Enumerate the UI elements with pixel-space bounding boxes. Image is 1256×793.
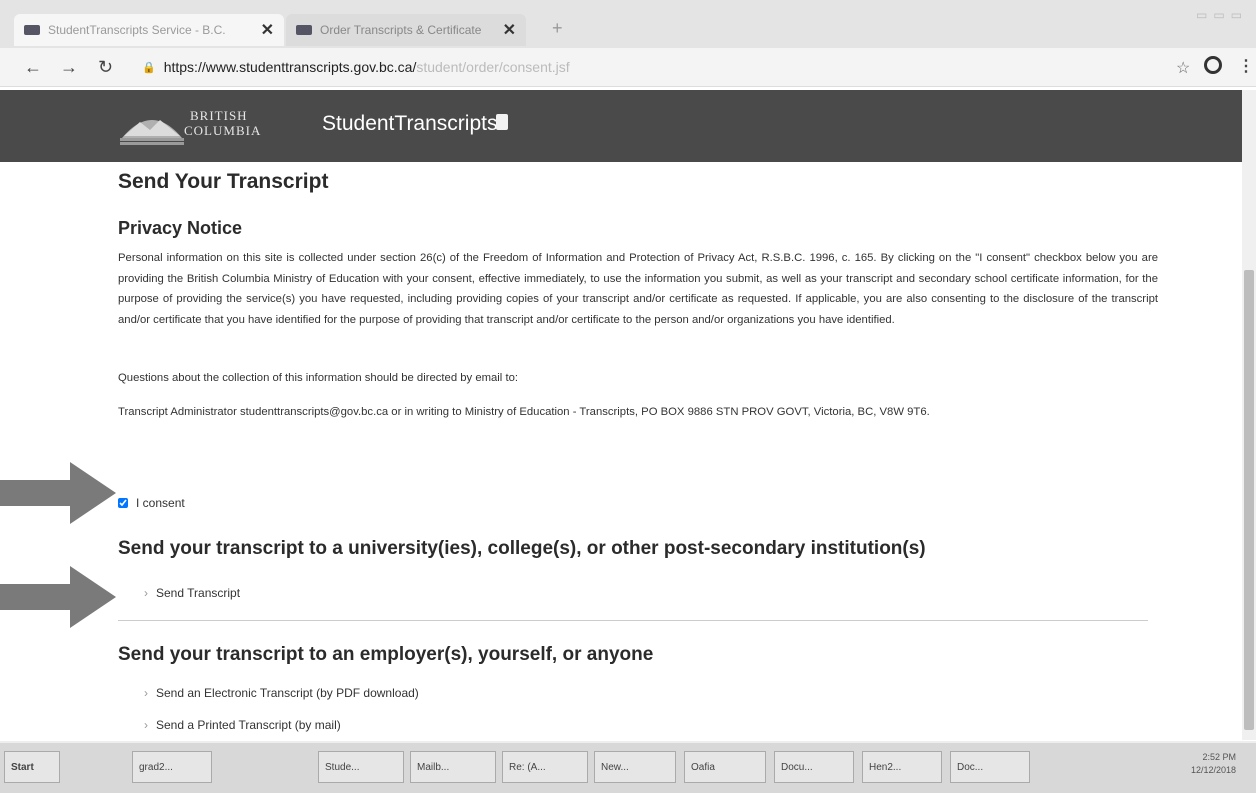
browser-tab-strip: StudentTranscripts Service - B.C. ✕ Orde… bbox=[0, 0, 1256, 48]
extension-icon[interactable] bbox=[1204, 56, 1222, 74]
app-title[interactable]: StudentTranscripts bbox=[322, 112, 497, 136]
taskbar-item[interactable]: Hen2... bbox=[862, 751, 942, 783]
taskbar-item[interactable]: grad2... bbox=[132, 751, 212, 783]
taskbar-item[interactable]: Doc... bbox=[950, 751, 1030, 783]
section-employer-title: Send your transcript to an employer(s), … bbox=[118, 644, 654, 665]
taskbar-item[interactable]: New... bbox=[594, 751, 676, 783]
os-taskbar: Start grad2... Stude... Mailb... Re: (A.… bbox=[0, 741, 1256, 793]
privacy-notice-text: Personal information on this site is col… bbox=[118, 252, 1158, 326]
clock-date: 12/12/2018 bbox=[1190, 765, 1236, 775]
bullet-icon: › bbox=[144, 718, 148, 732]
reload-icon[interactable]: ↻ bbox=[98, 57, 113, 78]
pointer-arrow-icon bbox=[0, 462, 116, 524]
back-arrow-icon[interactable]: ← bbox=[24, 57, 42, 78]
tab-label: Order Transcripts & Certificate bbox=[320, 23, 482, 37]
contact-text: Transcript Administrator studenttranscri… bbox=[118, 406, 930, 418]
send-transcript-label: Send Transcript bbox=[156, 586, 241, 600]
consent-label: I consent bbox=[136, 496, 185, 510]
clock-time: 2:52 PM bbox=[1202, 752, 1236, 762]
section-post-secondary-title: Send your transcript to a university(ies… bbox=[118, 538, 926, 559]
new-tab-button[interactable]: + bbox=[552, 18, 563, 39]
tab-order-transcripts[interactable]: Order Transcripts & Certificate ✕ bbox=[286, 14, 526, 46]
url-host: https://www.studenttranscripts.gov.bc.ca… bbox=[163, 59, 417, 75]
close-tab-icon[interactable]: ✕ bbox=[503, 20, 516, 40]
taskbar-item[interactable]: Stude... bbox=[318, 751, 404, 783]
url-path: student/order/consent.jsf bbox=[416, 59, 570, 75]
page-scrollbar[interactable] bbox=[1242, 90, 1256, 740]
taskbar-item[interactable]: Oafia bbox=[684, 751, 766, 783]
address-bar-row: ← → ↻ 🔒 https://www.studenttranscripts.g… bbox=[0, 48, 1256, 87]
url-field[interactable]: 🔒 https://www.studenttranscripts.gov.bc.… bbox=[142, 54, 1122, 80]
bc-logo-text: BRITISH COLUMBIA bbox=[184, 108, 261, 138]
site-favicon-icon bbox=[24, 25, 40, 35]
send-electronic-label: Send an Electronic Transcript (by PDF do… bbox=[156, 686, 419, 700]
send-electronic-transcript-link[interactable]: › Send an Electronic Transcript (by PDF … bbox=[144, 686, 419, 700]
consent-checkbox[interactable] bbox=[118, 498, 128, 508]
window-controls[interactable]: ▭▭▭ bbox=[1196, 8, 1248, 22]
logo-line-2: COLUMBIA bbox=[184, 123, 262, 138]
pointer-arrow-icon bbox=[0, 566, 116, 628]
document-icon bbox=[496, 114, 508, 130]
start-button[interactable]: Start bbox=[4, 751, 60, 783]
send-printed-label: Send a Printed Transcript (by mail) bbox=[156, 718, 341, 732]
privacy-heading: Privacy Notice bbox=[118, 218, 243, 238]
bc-logo-icon[interactable] bbox=[120, 108, 184, 146]
taskbar-item[interactable]: Re: (A... bbox=[502, 751, 588, 783]
lock-icon: 🔒 bbox=[142, 61, 156, 74]
taskbar-item[interactable]: Docu... bbox=[774, 751, 854, 783]
scrollbar-thumb[interactable] bbox=[1244, 270, 1254, 730]
send-transcript-link[interactable]: › Send Transcript bbox=[144, 586, 240, 600]
close-tab-icon[interactable]: ✕ bbox=[261, 20, 274, 40]
browser-menu-icon[interactable]: ⋮ bbox=[1238, 56, 1254, 76]
bullet-icon: › bbox=[144, 686, 148, 700]
tab-studenttranscripts[interactable]: StudentTranscripts Service - B.C. ✕ bbox=[14, 14, 284, 46]
site-favicon-icon bbox=[296, 25, 312, 35]
taskbar-item[interactable]: Mailb... bbox=[410, 751, 496, 783]
consent-checkbox-row[interactable]: I consent bbox=[118, 496, 185, 510]
send-printed-transcript-link[interactable]: › Send a Printed Transcript (by mail) bbox=[144, 718, 341, 732]
tab-label: StudentTranscripts Service - B.C. bbox=[48, 23, 226, 37]
bookmark-star-icon[interactable]: ☆ bbox=[1176, 58, 1190, 78]
system-clock[interactable]: 2:52 PM 12/12/2018 bbox=[1191, 751, 1236, 777]
page-title: Send Your Transcript bbox=[118, 170, 329, 193]
bullet-icon: › bbox=[144, 586, 148, 600]
questions-text: Questions about the collection of this i… bbox=[118, 372, 519, 384]
forward-arrow-icon[interactable]: → bbox=[60, 57, 78, 78]
logo-line-1: BRITISH bbox=[190, 108, 248, 123]
section-divider bbox=[118, 620, 1148, 621]
site-header: BRITISH COLUMBIA StudentTranscripts bbox=[0, 90, 1256, 162]
